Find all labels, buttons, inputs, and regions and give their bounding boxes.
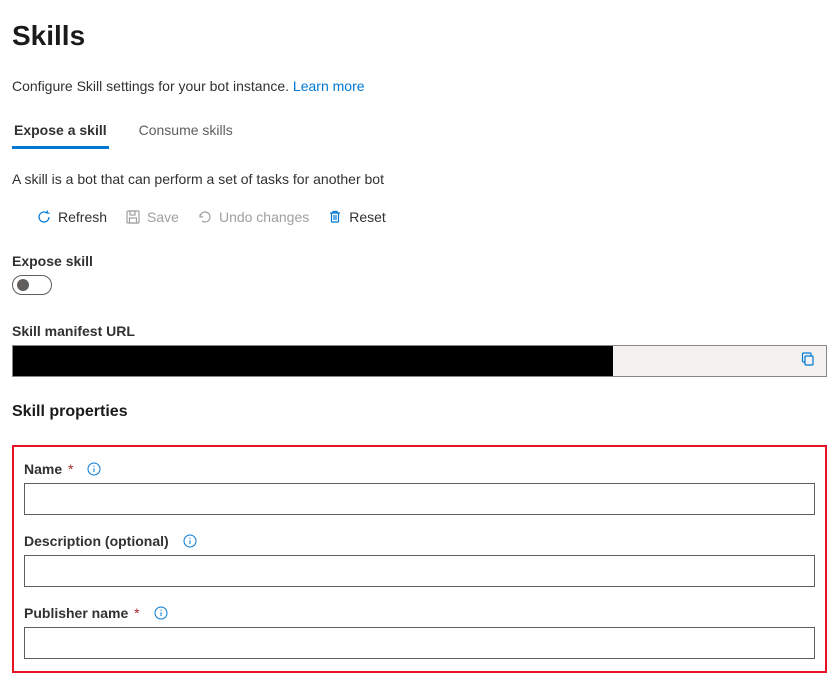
required-marker: * [64, 461, 73, 477]
save-button: Save [125, 209, 179, 225]
undo-icon [197, 209, 213, 225]
reset-button[interactable]: Reset [327, 209, 386, 225]
toggle-knob [17, 279, 29, 291]
skill-manifest-url-row [12, 345, 827, 377]
tab-consume-skills[interactable]: Consume skills [137, 116, 235, 149]
save-icon [125, 209, 141, 225]
tabs: Expose a skill Consume skills [12, 116, 827, 149]
skill-properties-group: Name * Description (optional) Publisher … [12, 445, 827, 673]
description-label: Description (optional) [24, 533, 169, 549]
page-subtitle: Configure Skill settings for your bot in… [12, 78, 827, 94]
field-name: Name * [24, 461, 815, 515]
name-label-text: Name [24, 461, 62, 477]
undo-changes-button: Undo changes [197, 209, 309, 225]
expose-skill-toggle[interactable] [12, 275, 52, 295]
refresh-icon [36, 209, 52, 225]
refresh-button[interactable]: Refresh [36, 209, 107, 225]
tab-description: A skill is a bot that can perform a set … [12, 171, 827, 187]
subtitle-text: Configure Skill settings for your bot in… [12, 78, 293, 94]
publisher-name-label: Publisher name * [24, 605, 140, 621]
refresh-label: Refresh [58, 209, 107, 225]
undo-label: Undo changes [219, 209, 309, 225]
info-icon[interactable] [87, 462, 101, 476]
tab-expose-a-skill[interactable]: Expose a skill [12, 116, 109, 149]
info-icon[interactable] [183, 534, 197, 548]
page-title: Skills [12, 20, 827, 52]
expose-skill-label: Expose skill [12, 253, 827, 269]
skill-manifest-url-label: Skill manifest URL [12, 323, 827, 339]
publisher-name-input[interactable] [24, 627, 815, 659]
publisher-label-text: Publisher name [24, 605, 128, 621]
reset-label: Reset [349, 209, 386, 225]
copy-to-clipboard-button[interactable] [790, 346, 826, 376]
info-icon[interactable] [154, 606, 168, 620]
required-marker: * [130, 605, 139, 621]
field-description: Description (optional) [24, 533, 815, 587]
trash-icon [327, 209, 343, 225]
skill-properties-heading: Skill properties [12, 403, 827, 421]
field-publisher-name: Publisher name * [24, 605, 815, 659]
copy-icon [800, 351, 816, 372]
name-input[interactable] [24, 483, 815, 515]
save-label: Save [147, 209, 179, 225]
learn-more-link[interactable]: Learn more [293, 78, 365, 94]
description-input[interactable] [24, 555, 815, 587]
manifest-spacer [613, 346, 790, 376]
name-label: Name * [24, 461, 73, 477]
skill-manifest-url-value [13, 346, 613, 376]
toolbar: Refresh Save Undo changes [12, 209, 827, 225]
